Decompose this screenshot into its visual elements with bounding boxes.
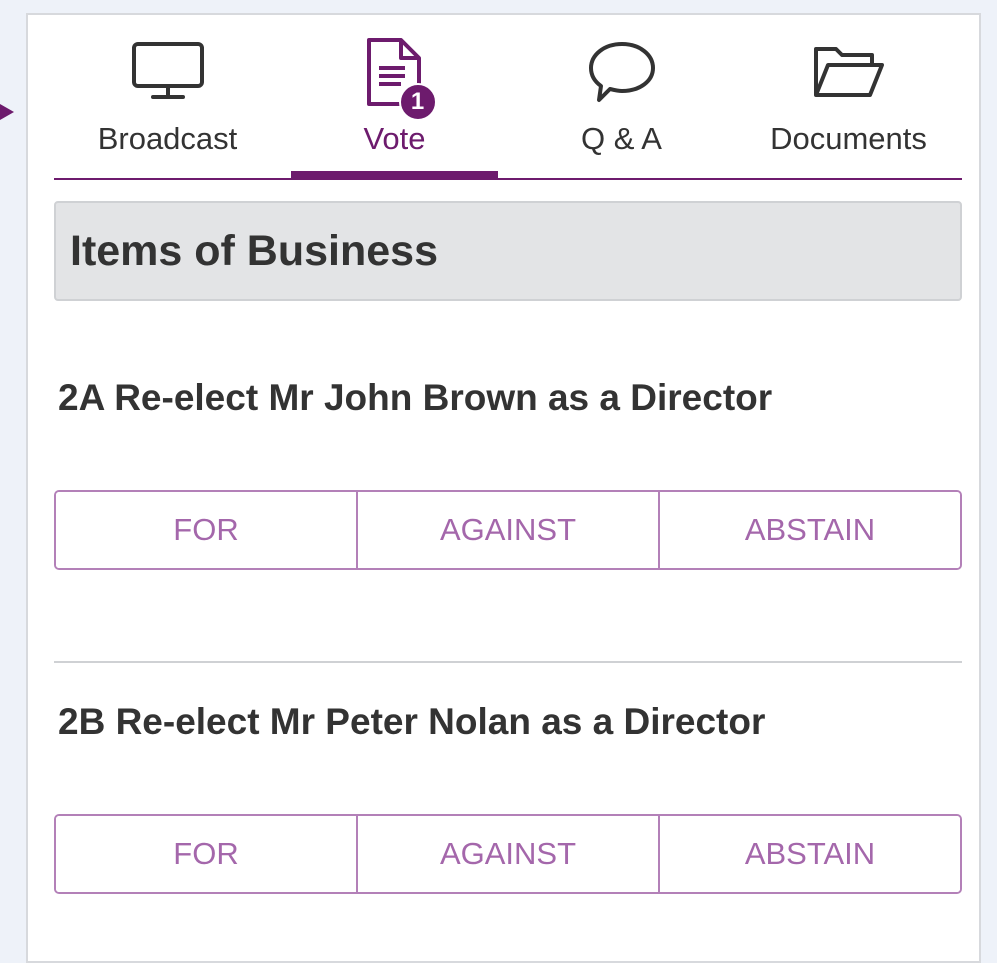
vote-against-button[interactable]: AGAINST [358, 816, 660, 892]
document-icon: 1 [355, 37, 437, 121]
vote-for-button[interactable]: FOR [56, 816, 358, 892]
item-title: 2A Re-elect Mr John Brown as a Director [58, 377, 773, 418]
speech-bubble-icon [582, 37, 662, 107]
monitor-icon [128, 37, 208, 107]
folder-icon [809, 37, 889, 107]
item-divider [54, 661, 962, 663]
tab-broadcast[interactable]: Broadcast [54, 15, 281, 178]
tab-vote-label: Vote [363, 121, 426, 156]
vote-abstain-button[interactable]: ABSTAIN [660, 816, 960, 892]
pointer-arrow-icon [0, 104, 14, 120]
tab-documents-label: Documents [770, 121, 927, 156]
vote-options: FOR AGAINST ABSTAIN [54, 490, 962, 570]
section-header: Items of Business [54, 201, 962, 301]
voting-panel: Broadcast 1 Vote Q & A Documents Items o… [26, 13, 981, 963]
tab-broadcast-label: Broadcast [97, 121, 238, 156]
vote-count-badge: 1 [398, 83, 437, 121]
vote-against-button[interactable]: AGAINST [358, 492, 660, 568]
section-title: Items of Business [70, 227, 438, 275]
vote-abstain-button[interactable]: ABSTAIN [660, 492, 960, 568]
vote-options: FOR AGAINST ABSTAIN [54, 814, 962, 894]
item-title: 2B Re-elect Mr Peter Nolan as a Director [58, 701, 766, 742]
vote-for-button[interactable]: FOR [56, 492, 358, 568]
tab-documents[interactable]: Documents [735, 15, 962, 178]
tab-qa-label: Q & A [581, 121, 662, 156]
tab-bar: Broadcast 1 Vote Q & A Documents [54, 15, 962, 180]
tab-vote[interactable]: 1 Vote [281, 15, 508, 180]
tab-qa[interactable]: Q & A [508, 15, 735, 178]
